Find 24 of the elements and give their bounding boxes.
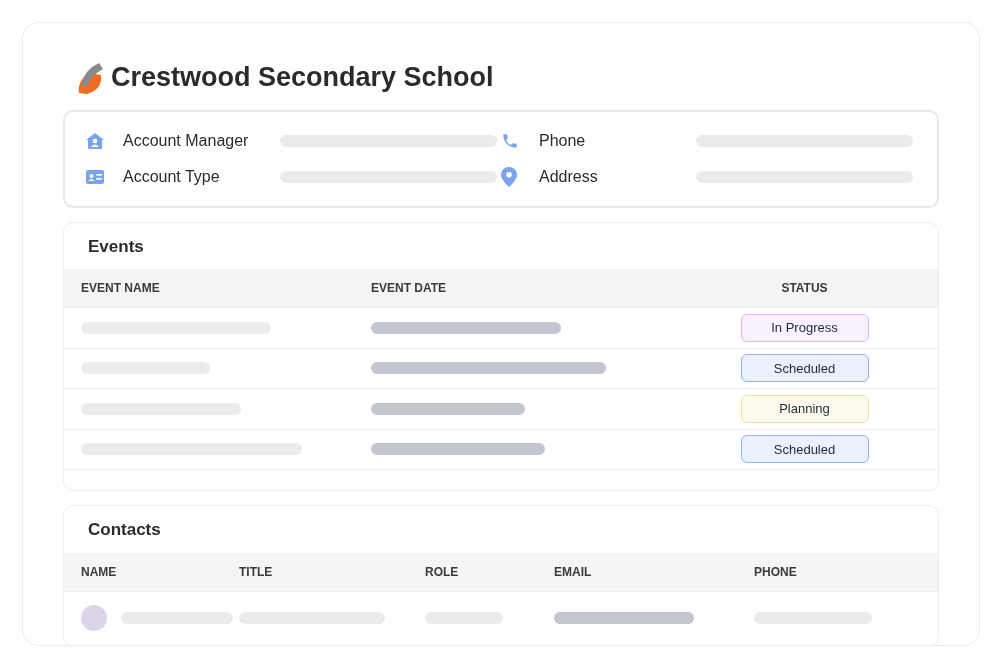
column-header: ROLE xyxy=(425,563,460,581)
status-tag: In Progress xyxy=(740,313,869,342)
info-label: Address xyxy=(539,166,599,187)
column-header: EVENT NAME xyxy=(81,280,161,297)
map-pin-icon xyxy=(501,166,517,187)
phone-icon xyxy=(501,131,519,150)
column-header: STATUS xyxy=(780,280,829,297)
page-title: Crestwood Secondary School xyxy=(111,61,494,94)
section-title: Events xyxy=(87,235,145,258)
section-title: Contacts xyxy=(87,519,162,541)
column-header: EVENT DATE xyxy=(371,280,448,297)
column-header: NAME xyxy=(81,563,118,581)
status-tag: Scheduled xyxy=(740,354,869,383)
info-label: Phone xyxy=(539,130,587,151)
info-label: Account Manager xyxy=(123,130,250,151)
status-tag: Scheduled xyxy=(740,435,869,464)
avatar xyxy=(81,605,107,631)
status-tag: Planning xyxy=(740,394,869,423)
column-header: EMAIL xyxy=(554,563,593,581)
house-person-icon xyxy=(85,131,105,150)
column-header: PHONE xyxy=(754,563,798,581)
column-header: TITLE xyxy=(239,563,274,581)
info-label: Account Type xyxy=(123,166,221,187)
id-card-icon xyxy=(85,168,105,185)
